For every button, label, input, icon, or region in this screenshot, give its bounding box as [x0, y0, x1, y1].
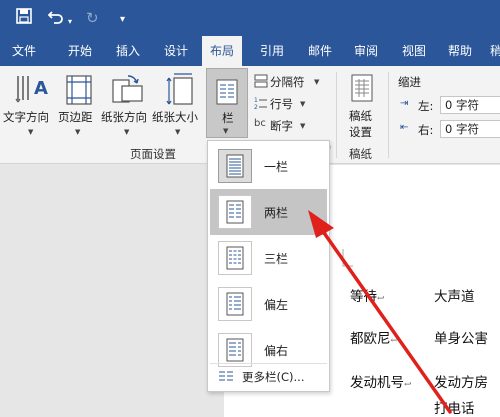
orientation-icon [112, 75, 143, 103]
manuscript-label-line1: 稿纸 [349, 109, 372, 123]
tab-home[interactable]: 开始 [66, 36, 94, 66]
breaks-icon [254, 74, 268, 88]
customize-toolbar-icon[interactable]: ▾ [120, 10, 125, 30]
three-columns-icon [218, 241, 252, 275]
redo-icon[interactable]: ↻ [86, 8, 99, 28]
more-columns-label: 更多栏(C)... [242, 370, 305, 384]
orientation-label: 纸张方向 [101, 110, 147, 124]
size-icon [166, 73, 193, 105]
columns-caret-icon: ▼ [223, 127, 229, 135]
tab-references[interactable]: 引用 [258, 36, 286, 66]
indent-left-input[interactable]: 0 字符 [440, 96, 500, 114]
tab-design[interactable]: 设计 [162, 36, 190, 66]
text-direction-label: 文字方向 [3, 110, 49, 124]
breaks-caret-icon: ▼ [314, 78, 320, 86]
size-label: 纸张大小 [152, 110, 198, 124]
columns-button[interactable]: 栏 ▼ [206, 68, 248, 138]
size-caret-icon: ▼ [175, 128, 181, 136]
save-icon[interactable] [16, 8, 32, 29]
indent-left-icon: ⇥ [400, 98, 409, 109]
table-cell[interactable]: 都欧尼↩ [350, 327, 398, 347]
line-numbers-label: 行号 [270, 97, 293, 111]
group-divider [388, 72, 389, 158]
columns-option-label: 两栏 [264, 206, 289, 220]
hyphenation-caret-icon: ▼ [300, 122, 306, 130]
text-direction-caret-icon: ▼ [28, 128, 34, 136]
line-numbers-icon: 12 [254, 97, 267, 110]
indent-right-icon: ⇤ [400, 122, 409, 133]
tab-help[interactable]: 帮助 [446, 36, 474, 66]
columns-option-left[interactable]: 偏左 [210, 281, 327, 327]
table-cell[interactable]: 发动方房 [434, 371, 488, 391]
right-column-icon [218, 333, 252, 367]
page-setup-group-label: 页面设置 [130, 147, 176, 161]
indent-right-input[interactable]: 0 字符 [440, 120, 500, 138]
table-cell[interactable]: 单身公害 [434, 327, 488, 347]
text-direction-icon: A [15, 76, 48, 103]
columns-option-one[interactable]: 一栏 [210, 143, 327, 189]
one-column-icon [218, 149, 252, 183]
tab-review[interactable]: 审阅 [352, 36, 380, 66]
orientation-caret-icon: ▼ [124, 128, 130, 136]
tab-file[interactable]: 文件 [10, 36, 38, 66]
two-columns-icon [218, 195, 252, 229]
more-columns-icon [219, 371, 233, 381]
table-cell[interactable]: 等待↩ [350, 285, 385, 305]
title-bar: ▾ ↻ ▾ [0, 0, 500, 36]
table-cell[interactable]: 大声道 [434, 285, 475, 305]
cell-corner-marker [342, 249, 353, 267]
table-cell[interactable]: 打电话 [434, 397, 475, 417]
tab-view[interactable]: 视图 [400, 36, 428, 66]
manuscript-group-label: 稿纸 [349, 147, 372, 161]
tab-more[interactable]: 稍 [488, 36, 500, 66]
columns-option-label: 偏右 [264, 344, 289, 358]
more-columns-item[interactable]: 更多栏(C)... [210, 363, 327, 389]
columns-label: 栏 [222, 111, 234, 125]
svg-text:2: 2 [254, 104, 258, 110]
indent-left-label: 左: [418, 99, 434, 113]
columns-option-label: 一栏 [264, 160, 289, 174]
columns-option-label: 偏左 [264, 298, 289, 312]
indent-title: 缩进 [398, 75, 421, 89]
manuscript-icon [351, 74, 373, 102]
group-divider [336, 72, 337, 158]
indent-right-label: 右: [418, 123, 434, 137]
columns-option-two[interactable]: 两栏 [210, 189, 327, 235]
undo-icon[interactable] [47, 8, 64, 29]
breaks-label: 分隔符 [270, 75, 305, 89]
tab-mailings[interactable]: 邮件 [306, 36, 334, 66]
hyphenation-icon: bc [254, 118, 266, 129]
svg-text:1: 1 [254, 97, 258, 104]
margins-icon [66, 75, 92, 105]
columns-option-three[interactable]: 三栏 [210, 235, 327, 281]
table-cell[interactable]: 发动机号↩ [350, 371, 412, 391]
margins-label: 页边距 [58, 110, 93, 124]
left-column-icon [218, 287, 252, 321]
svg-text:A: A [34, 78, 48, 99]
line-numbers-caret-icon: ▼ [300, 100, 306, 108]
manuscript-label-line2: 设置 [349, 125, 372, 139]
undo-dropdown-icon[interactable]: ▾ [68, 12, 72, 32]
ribbon-tabs: 文件 开始 插入 设计 布局 引用 邮件 审阅 视图 帮助 稍 [0, 36, 500, 66]
columns-option-label: 三栏 [264, 252, 289, 266]
columns-icon [216, 79, 238, 105]
hyphenation-label: 断字 [270, 119, 293, 133]
document-background [0, 165, 224, 417]
tab-insert[interactable]: 插入 [114, 36, 142, 66]
margins-caret-icon: ▼ [75, 128, 81, 136]
tab-layout[interactable]: 布局 [202, 36, 243, 66]
columns-dropdown: 一栏 两栏 三栏 偏左 偏右 更多栏(C)... [207, 140, 330, 392]
